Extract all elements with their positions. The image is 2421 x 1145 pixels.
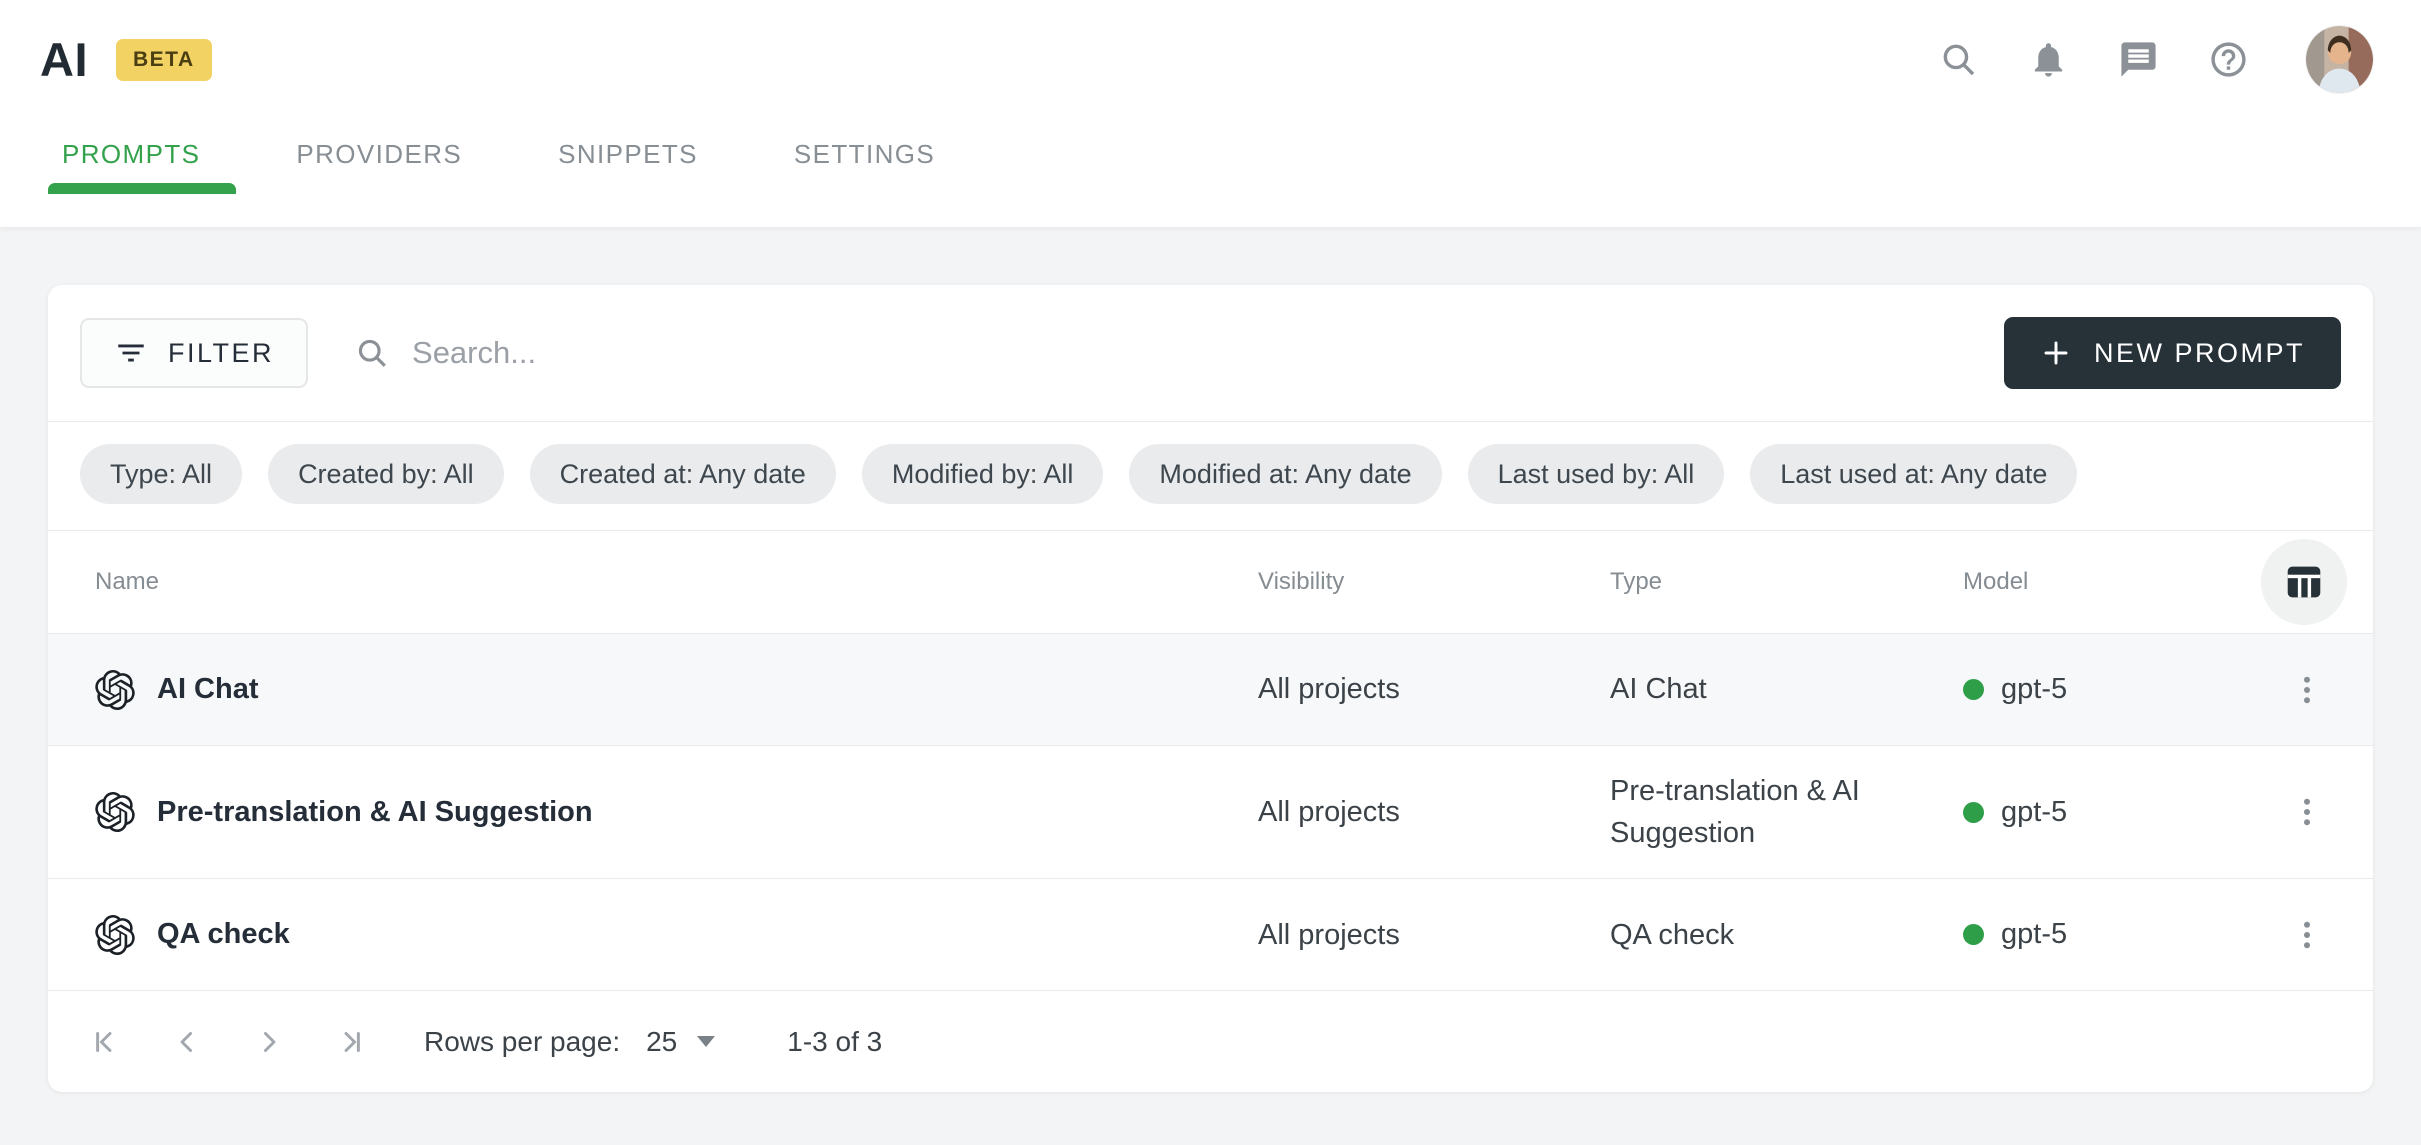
chip-last-used-at[interactable]: Last used at: Any date xyxy=(1750,444,2077,504)
search-field-icon xyxy=(354,335,390,371)
chip-created-at[interactable]: Created at: Any date xyxy=(530,444,836,504)
new-prompt-button[interactable]: NEW PROMPT xyxy=(2004,317,2341,389)
next-page-button[interactable] xyxy=(244,1017,294,1067)
toolbar: FILTER NEW PROMPT xyxy=(48,285,2373,421)
chip-modified-by[interactable]: Modified by: All xyxy=(862,444,1104,504)
pagination-range: 1-3 of 3 xyxy=(787,1026,882,1058)
previous-page-button[interactable] xyxy=(162,1017,212,1067)
column-header-name: Name xyxy=(48,568,1258,596)
manage-columns-button[interactable] xyxy=(2261,539,2347,625)
app-header: AI BETA xyxy=(0,0,2421,227)
type-cell: AI Chat xyxy=(1610,644,1963,734)
tab-prompts[interactable]: PROMPTS xyxy=(48,139,214,194)
visibility-cell: All projects xyxy=(1258,890,1610,980)
last-page-icon xyxy=(334,1025,368,1059)
openai-logo-icon xyxy=(95,670,135,710)
chat-icon[interactable] xyxy=(2116,38,2160,82)
logo-row: AI BETA xyxy=(0,0,2421,93)
pagination-nav xyxy=(80,1017,376,1067)
table-header: Name Visibility Type Model xyxy=(48,531,2373,633)
tab-snippets[interactable]: SNIPPETS xyxy=(544,139,712,194)
page-content: FILTER NEW PROMPT Type: All Crea xyxy=(0,227,2421,1145)
chevron-left-icon xyxy=(170,1025,204,1059)
beta-badge: BETA xyxy=(116,39,212,81)
table-row[interactable]: AI Chat All projects AI Chat gpt-5 xyxy=(48,633,2373,745)
chip-last-used-by[interactable]: Last used by: All xyxy=(1468,444,1725,504)
visibility-cell: All projects xyxy=(1258,644,1610,734)
openai-logo-icon xyxy=(95,915,135,955)
type-cell: Pre-translation & AI Suggestion xyxy=(1610,746,1963,878)
rows-per-page-select[interactable]: 25 xyxy=(646,1026,715,1058)
prompt-name-cell: Pre-translation & AI Suggestion xyxy=(48,768,1258,856)
columns-icon xyxy=(2281,559,2327,605)
tab-prompts-label: PROMPTS xyxy=(62,139,200,169)
prompt-name-cell: QA check xyxy=(48,891,1258,979)
model-status-dot xyxy=(1963,924,1984,945)
prompt-name: QA check xyxy=(157,918,290,951)
row-actions-cell xyxy=(2233,784,2373,840)
model-name: gpt-5 xyxy=(2001,918,2067,951)
active-tab-indicator xyxy=(48,183,236,194)
first-page-button[interactable] xyxy=(80,1017,130,1067)
tab-providers[interactable]: PROVIDERS xyxy=(282,139,476,194)
row-actions-cell xyxy=(2233,907,2373,963)
model-status-dot xyxy=(1963,802,1984,823)
prompt-name-cell: AI Chat xyxy=(48,646,1258,734)
openai-logo-icon xyxy=(95,792,135,832)
rows-per-page-label: Rows per page: xyxy=(424,1026,620,1058)
table-row[interactable]: Pre-translation & AI Suggestion All proj… xyxy=(48,745,2373,878)
model-cell: gpt-5 xyxy=(1963,796,2233,829)
user-avatar[interactable] xyxy=(2306,26,2373,93)
prompt-name: AI Chat xyxy=(157,673,259,706)
model-cell: gpt-5 xyxy=(1963,673,2233,706)
row-actions-cell xyxy=(2233,662,2373,718)
app-logo: AI xyxy=(40,32,88,87)
chip-modified-at[interactable]: Modified at: Any date xyxy=(1129,444,1441,504)
chip-created-by[interactable]: Created by: All xyxy=(268,444,504,504)
chip-type[interactable]: Type: All xyxy=(80,444,242,504)
topbar-actions xyxy=(1936,26,2373,93)
filter-button-label: FILTER xyxy=(168,338,274,369)
tab-settings[interactable]: SETTINGS xyxy=(780,139,949,194)
column-header-actions xyxy=(2233,539,2373,625)
visibility-cell: All projects xyxy=(1258,767,1610,857)
pagination-bar: Rows per page: 25 1-3 of 3 xyxy=(48,990,2373,1092)
tab-settings-label: SETTINGS xyxy=(794,139,935,169)
column-header-model: Model xyxy=(1963,568,2233,596)
search-input[interactable] xyxy=(412,335,1112,371)
help-icon[interactable] xyxy=(2206,38,2250,82)
prompts-card: FILTER NEW PROMPT Type: All Crea xyxy=(48,285,2373,1092)
model-name: gpt-5 xyxy=(2001,673,2067,706)
type-cell: QA check xyxy=(1610,890,1963,980)
chevron-right-icon xyxy=(252,1025,286,1059)
tab-providers-label: PROVIDERS xyxy=(296,139,462,169)
model-name: gpt-5 xyxy=(2001,796,2067,829)
filter-list-icon xyxy=(114,336,148,370)
new-prompt-button-label: NEW PROMPT xyxy=(2094,338,2305,369)
tab-snippets-label: SNIPPETS xyxy=(558,139,698,169)
filter-chips-row: Type: All Created by: All Created at: An… xyxy=(48,422,2373,530)
row-menu-button[interactable] xyxy=(2279,784,2335,840)
filter-button[interactable]: FILTER xyxy=(80,318,308,388)
search-box xyxy=(354,335,2004,371)
column-header-visibility: Visibility xyxy=(1258,568,1610,596)
row-menu-button[interactable] xyxy=(2279,907,2335,963)
model-cell: gpt-5 xyxy=(1963,918,2233,951)
kebab-menu-icon xyxy=(2289,672,2325,708)
bell-icon[interactable] xyxy=(2026,38,2070,82)
table-row[interactable]: QA check All projects QA check gpt-5 xyxy=(48,878,2373,990)
column-header-type: Type xyxy=(1610,568,1963,596)
last-page-button[interactable] xyxy=(326,1017,376,1067)
caret-down-icon xyxy=(697,1036,715,1047)
row-menu-button[interactable] xyxy=(2279,662,2335,718)
search-icon[interactable] xyxy=(1936,38,1980,82)
main-tabs: PROMPTS PROVIDERS SNIPPETS SETTINGS xyxy=(0,139,2421,194)
prompt-name: Pre-translation & AI Suggestion xyxy=(157,796,593,829)
plus-icon xyxy=(2040,337,2072,369)
model-status-dot xyxy=(1963,679,1984,700)
kebab-menu-icon xyxy=(2289,794,2325,830)
first-page-icon xyxy=(88,1025,122,1059)
kebab-menu-icon xyxy=(2289,917,2325,953)
rows-per-page-value: 25 xyxy=(646,1026,677,1058)
